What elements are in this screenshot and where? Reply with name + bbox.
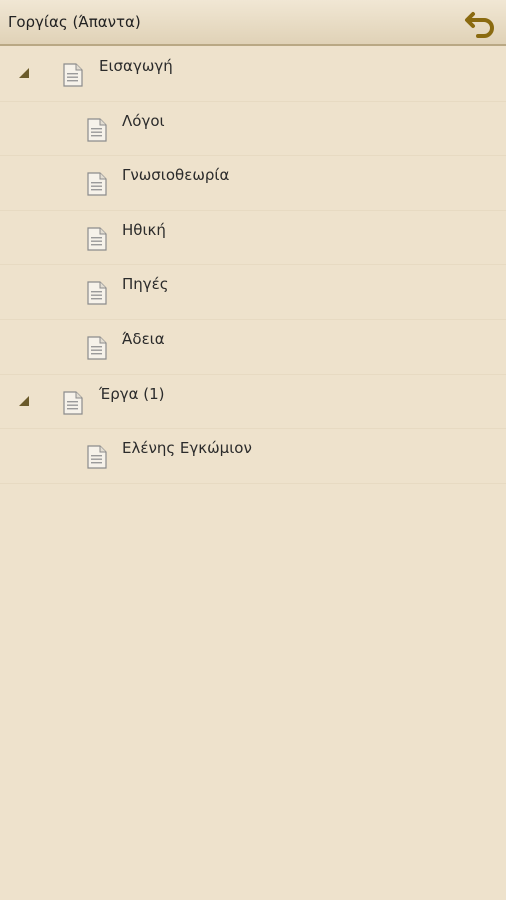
page-title: Γοργίας (Άπαντα) — [8, 13, 141, 31]
tree-item-epistemology[interactable]: Γνωσιοθεωρία — [0, 156, 506, 211]
tree-item-label: Εισαγωγή — [99, 57, 173, 75]
expanded-triangle-icon[interactable] — [18, 395, 30, 407]
tree-item-label: Λόγοι — [122, 111, 165, 130]
tree-item-label: Πηγές — [122, 275, 169, 294]
document-icon — [87, 281, 107, 305]
tree-item-ethics[interactable]: Ηθική — [0, 211, 506, 266]
content-tree: Εισαγωγή Λόγοι Γνωσιοθεωρία Ηθική Πηγές … — [0, 47, 506, 484]
tree-item-label: Άδεια — [122, 329, 165, 348]
document-icon — [63, 63, 83, 87]
tree-item-sources[interactable]: Πηγές — [0, 265, 506, 320]
document-icon — [87, 117, 107, 142]
document-icon — [87, 172, 107, 196]
app-header: Γοργίας (Άπαντα) — [0, 0, 506, 46]
tree-item-label: Έργα (1) — [99, 384, 165, 403]
document-icon — [87, 336, 107, 360]
tree-item-license[interactable]: Άδεια — [0, 320, 506, 375]
tree-item-label: Γνωσιοθεωρία — [122, 166, 230, 185]
document-icon — [87, 227, 107, 251]
tree-item-introduction[interactable]: Εισαγωγή — [0, 47, 506, 102]
tree-item-label: Ελένης Εγκώμιον — [122, 439, 252, 458]
back-arrow-icon — [465, 12, 494, 38]
back-button[interactable] — [464, 7, 498, 39]
document-icon — [63, 390, 83, 415]
document-icon — [87, 445, 107, 469]
tree-item-works[interactable]: Έργα (1) — [0, 375, 506, 430]
expanded-triangle-icon[interactable] — [18, 67, 30, 79]
tree-item-speeches[interactable]: Λόγοι — [0, 102, 506, 157]
tree-item-label: Ηθική — [122, 220, 166, 239]
tree-item-encomium-of-helen[interactable]: Ελένης Εγκώμιον — [0, 429, 506, 484]
